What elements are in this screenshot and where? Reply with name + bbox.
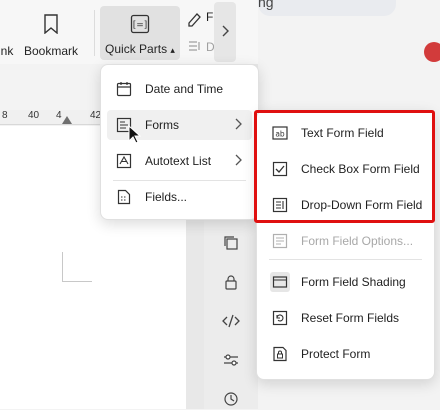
link-label: nk bbox=[0, 44, 14, 58]
menu-item-protect-form[interactable]: Protect Form bbox=[263, 339, 428, 369]
menu-item-label: Protect Form bbox=[301, 347, 371, 361]
copy-icon[interactable] bbox=[220, 232, 242, 254]
menu-item-date-and-time[interactable]: Date and Time bbox=[107, 74, 252, 104]
field-options-icon bbox=[270, 231, 290, 251]
ruler-tick: 8 bbox=[2, 110, 8, 121]
menu-divider bbox=[113, 180, 246, 181]
menu-item-label: Date and Time bbox=[145, 82, 224, 96]
sidebar bbox=[204, 216, 258, 409]
ribbon-scroll-right-button[interactable] bbox=[214, 2, 236, 62]
menu-item-label: Forms bbox=[145, 118, 179, 132]
menu-item-label: Form Field Shading bbox=[301, 275, 406, 289]
menu-item-label: Autotext List bbox=[145, 154, 212, 168]
margin-mark bbox=[62, 281, 92, 282]
menu-item-label: Fields... bbox=[145, 190, 188, 204]
menu-item-label: Reset Form Fields bbox=[301, 311, 400, 325]
highlight-box bbox=[254, 110, 435, 223]
indent-marker[interactable] bbox=[62, 116, 72, 124]
pane-background bbox=[258, 0, 440, 110]
signature-icon[interactable] bbox=[186, 10, 204, 31]
menu-item-label: Form Field Options... bbox=[301, 234, 414, 248]
lock-icon[interactable] bbox=[220, 271, 242, 293]
menu-item-fields[interactable]: Fields... bbox=[107, 182, 252, 212]
menu-item-form-field-options: Form Field Options... bbox=[263, 226, 428, 256]
autotext-icon bbox=[114, 151, 134, 171]
chevron-right-icon bbox=[235, 154, 242, 169]
header-partial-text: ng bbox=[258, 0, 274, 10]
code-icon[interactable] bbox=[220, 310, 242, 332]
ribbon-partial-label-1: F bbox=[206, 10, 214, 24]
chevron-right-icon bbox=[235, 118, 242, 133]
bookmark-icon bbox=[40, 12, 62, 36]
chevron-right-icon bbox=[221, 25, 229, 40]
drop-cap-icon bbox=[188, 40, 204, 55]
ribbon: nk Bookmark [=] Quick Parts ▴ F D bbox=[0, 0, 258, 64]
ruler-tick: 40 bbox=[28, 110, 40, 121]
calendar-icon bbox=[114, 79, 134, 99]
quick-parts-icon: [=] bbox=[129, 12, 151, 36]
reset-icon bbox=[270, 308, 290, 328]
quick-parts-button[interactable]: [=] Quick Parts ▴ bbox=[100, 6, 180, 60]
document-field-icon bbox=[114, 187, 134, 207]
svg-text:[=]: [=] bbox=[133, 21, 148, 31]
ribbon-divider bbox=[94, 10, 95, 56]
menu-item-reset-form-fields[interactable]: Reset Form Fields bbox=[263, 303, 428, 333]
margin-mark bbox=[62, 252, 63, 282]
caret-up-icon: ▴ bbox=[170, 45, 175, 55]
menu-item-form-field-shading[interactable]: Form Field Shading bbox=[263, 267, 428, 297]
bookmark-button[interactable]: Bookmark bbox=[22, 0, 80, 58]
menu-item-autotext-list[interactable]: Autotext List bbox=[107, 146, 252, 176]
history-icon[interactable] bbox=[220, 388, 242, 410]
search-pill[interactable] bbox=[258, 0, 396, 16]
mouse-cursor-icon bbox=[128, 124, 142, 145]
sliders-icon[interactable] bbox=[220, 349, 242, 371]
quick-parts-label: Quick Parts bbox=[105, 42, 168, 56]
protect-form-icon bbox=[270, 344, 290, 364]
close-icon[interactable] bbox=[424, 42, 440, 62]
link-button[interactable]: nk bbox=[0, 0, 14, 58]
quick-parts-menu: Date and Time Forms Autotext List Fields… bbox=[100, 64, 259, 220]
ruler-tick: 4 bbox=[56, 110, 62, 121]
menu-divider bbox=[269, 259, 422, 260]
shading-icon bbox=[270, 272, 290, 292]
bookmark-label: Bookmark bbox=[23, 44, 79, 58]
